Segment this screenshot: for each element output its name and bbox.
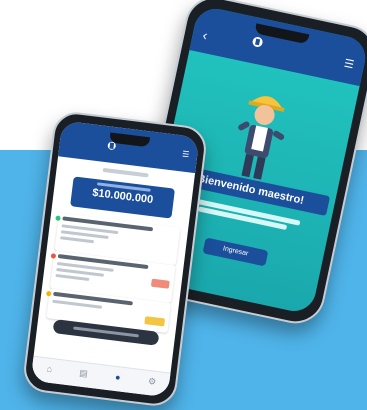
worker-illustration — [238, 96, 285, 180]
tab-settings[interactable]: ⚙ — [133, 369, 170, 397]
status-badge — [150, 278, 170, 289]
status-badge — [144, 316, 166, 327]
document-icon: ▤ — [78, 367, 89, 379]
user-icon: ● — [114, 371, 122, 383]
status-dot — [55, 215, 61, 222]
app-logo — [250, 35, 265, 51]
balance-card: $10.000.000 — [70, 176, 176, 219]
tab-home[interactable]: ⌂ — [31, 357, 68, 385]
status-dot — [45, 290, 52, 297]
tab-list[interactable]: ▤ — [65, 361, 102, 389]
gear-icon: ⚙ — [147, 375, 157, 387]
phone-left-screen: ☰ $10.000.000 ⌂ ▤ ● ⚙ — [30, 120, 200, 398]
status-dot — [50, 253, 57, 259]
home-icon: ⌂ — [46, 363, 53, 375]
tab-profile[interactable]: ● — [99, 365, 136, 393]
tab-bar: ⌂ ▤ ● ⚙ — [30, 355, 171, 398]
menu-icon[interactable]: ☰ — [182, 149, 190, 159]
enter-button[interactable]: Ingresar — [202, 237, 269, 267]
back-icon[interactable]: ‹ — [201, 27, 209, 44]
menu-icon[interactable]: ☰ — [343, 57, 355, 72]
